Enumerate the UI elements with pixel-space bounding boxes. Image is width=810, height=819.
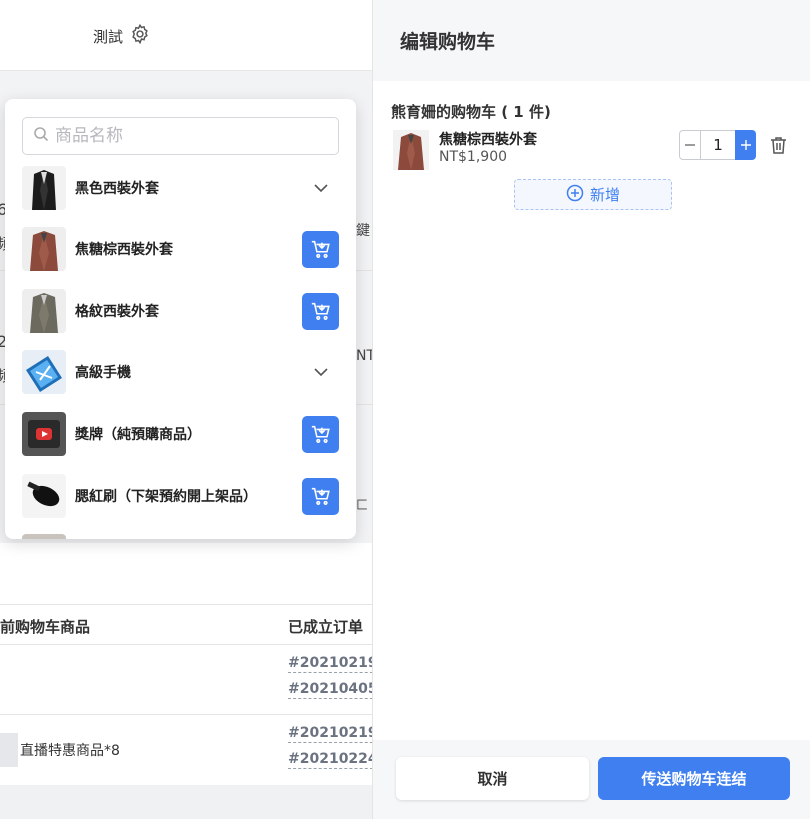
quantity-stepper[interactable]: 1 <box>679 130 756 160</box>
product-item[interactable]: 格紋西裝外套 <box>22 288 339 334</box>
search-icon <box>33 126 49 146</box>
add-to-cart-button[interactable] <box>302 230 339 268</box>
panel-header: 编辑购物车 <box>373 0 810 81</box>
order-link[interactable]: #20210219 <box>288 655 372 673</box>
order-link[interactable]: #20210224 <box>288 751 372 769</box>
chevron-down-icon[interactable] <box>302 354 339 391</box>
plus-icon <box>740 140 751 150</box>
chevron-down-icon[interactable] <box>302 170 339 207</box>
cart-item-name: 焦糖棕西裝外套 <box>439 132 537 148</box>
product-item[interactable]: 高級手機 <box>22 349 339 395</box>
cart-owner-label: 熊育姍的购物车 ( 1 件) <box>391 103 551 121</box>
user-name: 測試 <box>93 27 124 46</box>
decrease-button[interactable] <box>679 130 701 160</box>
product-item[interactable]: 焦糖棕西裝外套 <box>22 226 339 272</box>
order-link[interactable]: #20210219 <box>288 725 372 743</box>
plus-circle-icon <box>566 184 584 206</box>
cart-add-icon <box>311 425 330 443</box>
cart-item-thumbnail <box>393 130 429 170</box>
send-cart-link-button[interactable]: 传送购物车连结 <box>598 757 790 800</box>
add-item-button[interactable]: 新增 <box>514 179 672 210</box>
text-fragment: 匚 <box>356 498 369 512</box>
product-thumbnail <box>22 227 66 271</box>
product-name: 格紋西裝外套 <box>75 304 159 320</box>
search-input[interactable] <box>55 126 325 146</box>
text-fragment: 鍵 <box>356 223 370 239</box>
cart-product: 直播特惠商品*8 <box>20 743 120 759</box>
top-bar: 測試 <box>0 0 372 71</box>
product-item[interactable]: 獎牌（純預購商品） <box>22 411 339 457</box>
text-fragment: NT <box>356 348 372 364</box>
product-thumbnail <box>22 412 66 456</box>
order-link[interactable]: #20210405 <box>288 681 372 699</box>
footer-area <box>0 785 372 819</box>
product-thumbnail <box>22 474 66 518</box>
add-to-cart-button[interactable] <box>302 477 339 515</box>
product-name: 黑色西裝外套 <box>75 181 159 197</box>
gear-icon[interactable] <box>129 23 151 49</box>
product-thumbnail <box>22 534 66 539</box>
cart-add-icon <box>311 487 330 505</box>
product-thumbnail <box>22 166 66 210</box>
cancel-button[interactable]: 取消 <box>396 757 589 800</box>
cart-add-icon <box>311 302 330 320</box>
product-thumbnail <box>22 350 66 394</box>
product-thumb <box>0 733 18 767</box>
product-dropdown: 黑色西裝外套 焦糖棕西裝外套 格紋西裝外套 高級手機 <box>5 99 356 539</box>
cart-add-icon <box>311 240 330 258</box>
add-to-cart-button[interactable] <box>302 415 339 453</box>
add-item-label: 新增 <box>589 186 620 204</box>
product-item[interactable]: 黑色西裝外套 <box>22 165 339 211</box>
product-thumbnail <box>22 289 66 333</box>
divider <box>0 714 372 715</box>
minus-icon <box>685 144 695 146</box>
column-header: 已成立订单 <box>288 618 364 636</box>
column-header: 前购物车商品 <box>0 618 91 636</box>
product-item[interactable]: 腮紅刷（下架預約開上架品） <box>22 473 339 519</box>
search-box[interactable] <box>22 117 339 155</box>
panel-footer: 取消 传送购物车连结 <box>373 740 810 819</box>
increase-button[interactable] <box>735 130 756 160</box>
cart-item-price: NT$1,900 <box>439 149 508 165</box>
edit-cart-panel: 编辑购物车 熊育姍的购物车 ( 1 件) 焦糖棕西裝外套 NT$1,900 1 … <box>372 0 810 819</box>
panel-title: 编辑购物车 <box>400 31 496 53</box>
trash-icon[interactable] <box>770 136 787 158</box>
product-name: 高級手機 <box>75 365 131 381</box>
add-to-cart-button[interactable] <box>302 292 339 330</box>
quantity-value[interactable]: 1 <box>701 130 735 160</box>
table-header: 前购物车商品 已成立订单 <box>0 604 372 645</box>
product-name: 焦糖棕西裝外套 <box>75 242 173 258</box>
product-name: 腮紅刷（下架預約開上架品） <box>75 489 257 505</box>
product-name: 獎牌（純預購商品） <box>75 427 201 443</box>
user-menu[interactable]: 測試 <box>93 23 151 49</box>
